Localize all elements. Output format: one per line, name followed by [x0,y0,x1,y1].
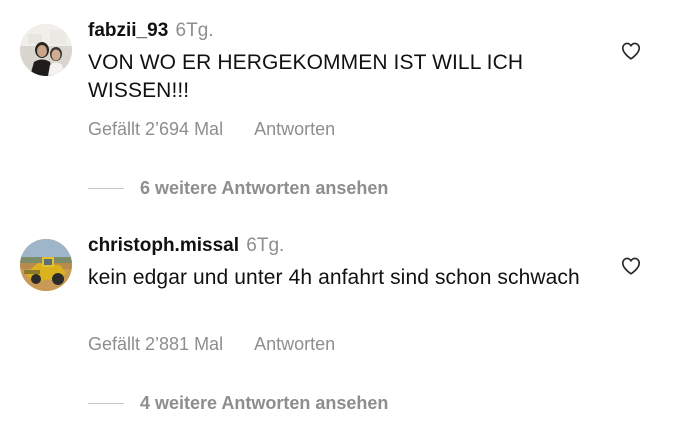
avatar[interactable] [20,239,72,291]
profile-photo [20,24,72,76]
view-more-replies-button[interactable]: 4 weitere Antworten ansehen [88,390,388,416]
view-more-replies-label: 6 weitere Antworten ansehen [140,177,389,198]
divider-line [88,402,124,404]
heart-outline-icon[interactable] [620,255,642,277]
view-more-replies-label: 4 weitere Antworten ansehen [140,392,389,413]
comment-header: fabzii_93 6Tg. [88,18,214,44]
reply-button[interactable]: Antworten [254,119,335,139]
reply-button[interactable]: Antworten [254,334,335,354]
timestamp: 6Tg. [175,20,214,41]
view-more-replies-button[interactable]: 6 weitere Antworten ansehen [88,175,388,201]
comment-text: kein edgar und unter 4h anfahrt sind sch… [88,266,580,289]
profile-photo [20,239,72,291]
comment-header: christoph.missal 6Tg. [88,233,284,259]
comment-actions: Gefällt 2’881 Mal Antworten [88,332,335,356]
comment-text: VON WO ER HERGEKOMMEN IST WILL ICH WISSE… [88,51,524,102]
username[interactable]: christoph.missal [88,235,239,256]
avatar[interactable] [20,24,72,76]
comment-actions: Gefällt 2’694 Mal Antworten [88,117,335,141]
divider-line [88,187,124,189]
heart-outline-icon[interactable] [620,40,642,62]
comments-list: fabzii_93 6Tg. VON WO ER HERGEKOMMEN IST… [0,0,680,434]
timestamp: 6Tg. [246,235,285,256]
likes-count[interactable]: Gefällt 2’694 Mal [88,119,223,139]
username[interactable]: fabzii_93 [88,20,168,41]
likes-count[interactable]: Gefällt 2’881 Mal [88,334,223,354]
